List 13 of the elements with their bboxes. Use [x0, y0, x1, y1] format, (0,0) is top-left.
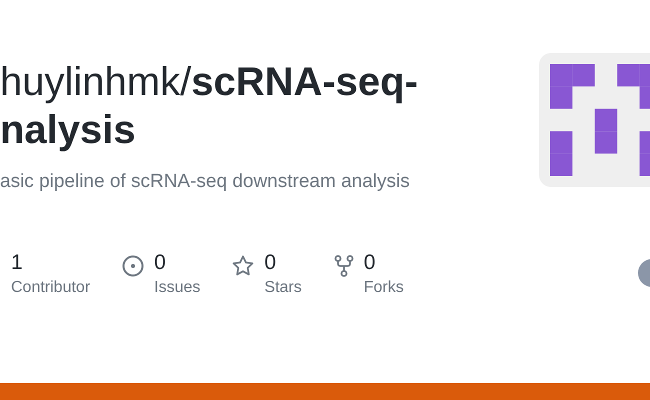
fork-icon [334, 255, 354, 277]
stat-label: Contributor [11, 279, 90, 297]
issue-icon [122, 255, 144, 277]
stat-count: 0 [154, 251, 167, 275]
repository-description: asic pipeline of scRNA-seq downstream analysis [0, 171, 411, 193]
star-icon [232, 255, 254, 277]
stat-label: Issues [154, 279, 200, 297]
stat-count: 0 [264, 251, 278, 275]
stat-count: 0 [364, 251, 376, 275]
repository-title: huylinhmk/scRNA-seq-nalysis [0, 59, 419, 154]
stat-label: Stars [264, 279, 302, 297]
stat-count: 1 [11, 251, 24, 275]
stat-label: Forks [364, 279, 404, 297]
